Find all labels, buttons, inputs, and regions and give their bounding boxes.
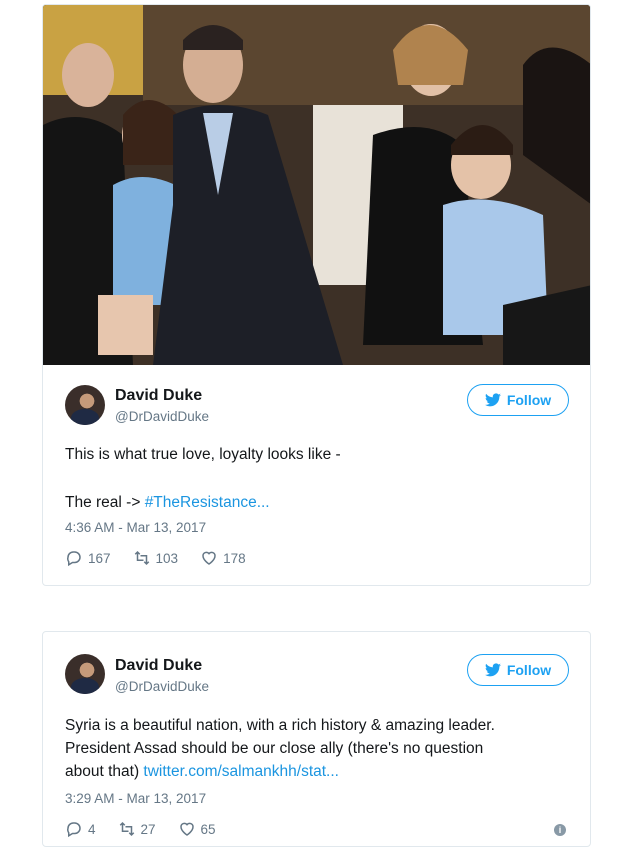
follow-label: Follow [506,392,552,408]
follow-button[interactable]: Follow [467,654,569,686]
reply-icon [67,551,81,567]
retweet-icon [119,821,134,837]
heart-icon [202,551,216,565]
tweet-timestamp[interactable]: 3:29 AM - Mar 13, 2017 [65,791,206,806]
follow-button[interactable]: Follow [467,384,569,416]
author-name[interactable]: David Duke [115,387,202,405]
reply-action[interactable]: 4 [65,820,96,838]
retweet-count: 27 [140,821,156,837]
tweet-text-line-1: Syria is a beautiful nation, with a rich… [65,717,495,734]
tweet-card-1: David Duke @DrDavidDuke Follow This is w… [42,4,591,586]
reply-icon [67,822,81,838]
like-action[interactable]: 65 [178,820,216,838]
reply-count: 167 [88,550,111,566]
twitter-bird-icon [484,663,501,677]
family-photo-illustration [43,5,590,365]
tweet-text-line-3: about that) twitter.com/salmankhh/stat..… [65,760,339,783]
avatar[interactable] [65,654,105,694]
heart-icon [179,822,194,836]
tweet-actions: 167 103 178 [65,549,268,567]
tweet-text-prefix: about that) [65,763,144,780]
retweet-icon [134,550,149,566]
retweet-action[interactable]: 103 [133,549,179,567]
tweet-actions: 4 27 65 [65,820,238,838]
author-handle[interactable]: @DrDavidDuke [115,409,209,424]
reply-count: 4 [88,821,96,837]
info-icon[interactable]: i [554,824,566,836]
url-link[interactable]: twitter.com/salmankhh/stat... [143,763,339,780]
tweet-text-line-1: This is what true love, loyalty looks li… [65,446,341,463]
reply-action[interactable]: 167 [65,549,111,567]
follow-label: Follow [506,662,552,678]
retweet-action[interactable]: 27 [118,820,156,838]
like-action[interactable]: 178 [200,549,246,567]
tweet-card-2: David Duke @DrDavidDuke Follow Syria is … [42,631,591,847]
tweet-timestamp[interactable]: 4:36 AM - Mar 13, 2017 [65,520,206,535]
avatar[interactable] [65,385,105,425]
twitter-bird-icon [484,393,501,407]
like-count: 65 [200,821,216,837]
tweet-photo[interactable] [43,5,590,365]
tweet-text-line-2: The real -> #TheResistance... [65,491,270,514]
tweet-text-line-2: President Assad should be our close ally… [65,740,484,757]
author-name[interactable]: David Duke [115,657,202,675]
hashtag-link[interactable]: #TheResistance... [145,494,270,511]
author-handle[interactable]: @DrDavidDuke [115,679,209,694]
retweet-count: 103 [155,550,179,566]
like-count: 178 [223,550,246,566]
tweet-text-prefix: The real -> [65,494,145,511]
